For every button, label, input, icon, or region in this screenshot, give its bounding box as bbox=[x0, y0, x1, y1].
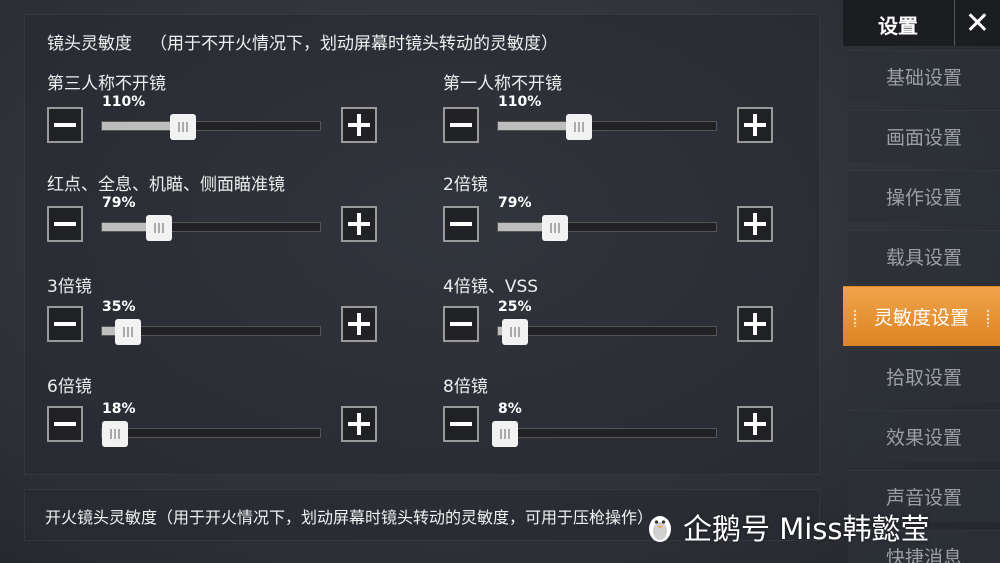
slider-label: 2倍镜 bbox=[443, 175, 488, 195]
watermark: 企鹅号 Miss韩懿莹 bbox=[645, 506, 930, 548]
sidebar-item-label: 基础设置 bbox=[885, 67, 962, 89]
slider-value: 110% bbox=[102, 94, 146, 110]
sidebar-title: 设置 bbox=[878, 14, 918, 38]
sidebar-item-vehicle[interactable]: 载具设置 bbox=[848, 230, 1000, 282]
slider-track[interactable]: 18% bbox=[101, 401, 321, 447]
slider-group-third-person: 第三人称不开镜 110% bbox=[47, 69, 387, 159]
close-button[interactable]: ✕ bbox=[954, 0, 1000, 46]
sidebar-header: 设置 ✕ bbox=[843, 0, 1000, 46]
close-icon: ✕ bbox=[964, 5, 991, 41]
slider-value: 79% bbox=[102, 195, 136, 211]
minus-icon bbox=[450, 322, 472, 326]
decrease-button[interactable] bbox=[47, 206, 83, 242]
sidebar-item-graphics[interactable]: 画面设置 bbox=[848, 110, 1000, 162]
slider-track[interactable]: 8% bbox=[491, 401, 717, 447]
slider-value: 8% bbox=[498, 401, 522, 417]
slider-thumb[interactable] bbox=[541, 215, 568, 241]
section-title-text: 镜头灵敏度 bbox=[47, 34, 132, 54]
sidebar-item-label: 效果设置 bbox=[885, 427, 962, 449]
section-subtitle: （用于不开火情况下，划动屏幕时镜头转动的灵敏度） bbox=[150, 34, 558, 54]
decrease-button[interactable] bbox=[443, 306, 479, 342]
slider-group-red-dot: 红点、全息、机瞄、侧面瞄准镜 79% bbox=[47, 170, 387, 260]
slider-thumb[interactable] bbox=[102, 421, 129, 447]
settings-sidebar: 设置 ✕ 基础设置 画面设置 操作设置 载具设置 灵敏度设置 拾取设置 效果设置… bbox=[843, 0, 1000, 563]
slider-label: 4倍镜、VSS bbox=[443, 277, 539, 297]
slider-thumb[interactable] bbox=[502, 319, 529, 345]
sidebar-item-label: 操作设置 bbox=[885, 187, 962, 209]
sidebar-item-label: 画面设置 bbox=[885, 127, 962, 149]
minus-icon bbox=[450, 123, 472, 127]
decrease-button[interactable] bbox=[47, 406, 83, 442]
watermark-text: 企鹅号 Miss韩懿莹 bbox=[683, 512, 930, 546]
decrease-button[interactable] bbox=[443, 406, 479, 442]
slider-label: 3倍镜 bbox=[47, 277, 92, 297]
decrease-button[interactable] bbox=[443, 206, 479, 242]
increase-button[interactable] bbox=[341, 406, 377, 442]
slider-track[interactable]: 79% bbox=[497, 195, 717, 241]
slider-track[interactable]: 79% bbox=[101, 195, 321, 241]
slider-group-6x-scope: 6倍镜 18% bbox=[47, 372, 387, 462]
slider-value: 110% bbox=[498, 94, 542, 110]
slider-value: 35% bbox=[102, 299, 136, 315]
slider-label: 第三人称不开镜 bbox=[47, 74, 166, 94]
grip-icon bbox=[853, 309, 857, 327]
minus-icon bbox=[450, 222, 472, 226]
sidebar-item-pickup[interactable]: 拾取设置 bbox=[848, 350, 1000, 402]
slider-label: 第一人称不开镜 bbox=[443, 74, 562, 94]
slider-track[interactable]: 25% bbox=[497, 299, 717, 345]
minus-icon bbox=[54, 123, 76, 127]
sidebar-item-controls[interactable]: 操作设置 bbox=[848, 170, 1000, 222]
sidebar-item-sensitivity[interactable]: 灵敏度设置 bbox=[843, 286, 1000, 346]
fire-sensitivity-title: 开火镜头灵敏度（用于开火情况下，划动屏幕时镜头转动的灵敏度，可用于压枪操作） bbox=[45, 508, 654, 527]
camera-sensitivity-panel: 镜头灵敏度 （用于不开火情况下，划动屏幕时镜头转动的灵敏度） 第三人称不开镜 11… bbox=[24, 14, 820, 475]
slider-thumb[interactable] bbox=[115, 319, 142, 345]
grip-icon bbox=[986, 309, 990, 327]
slider-group-8x-scope: 8倍镜 8% bbox=[443, 372, 783, 462]
slider-track[interactable]: 110% bbox=[101, 94, 321, 140]
increase-button[interactable] bbox=[341, 306, 377, 342]
sidebar-item-label: 载具设置 bbox=[885, 247, 962, 269]
section-title: 镜头灵敏度 （用于不开火情况下，划动屏幕时镜头转动的灵敏度） bbox=[47, 29, 576, 54]
slider-track[interactable]: 110% bbox=[497, 94, 717, 140]
sidebar-item-effects[interactable]: 效果设置 bbox=[848, 410, 1000, 462]
slider-group-4x-vss: 4倍镜、VSS 25% bbox=[443, 272, 783, 362]
increase-button[interactable] bbox=[737, 107, 773, 143]
sidebar-item-label: 拾取设置 bbox=[885, 367, 962, 389]
slider-thumb[interactable] bbox=[565, 114, 592, 140]
decrease-button[interactable] bbox=[47, 306, 83, 342]
slider-thumb[interactable] bbox=[145, 215, 172, 241]
slider-label: 红点、全息、机瞄、侧面瞄准镜 bbox=[47, 175, 285, 195]
sidebar-item-label: 灵敏度设置 bbox=[873, 307, 969, 329]
slider-track[interactable]: 35% bbox=[101, 299, 321, 345]
slider-value: 25% bbox=[498, 299, 532, 315]
minus-icon bbox=[450, 422, 472, 426]
increase-button[interactable] bbox=[737, 306, 773, 342]
increase-button[interactable] bbox=[737, 406, 773, 442]
minus-icon bbox=[54, 222, 76, 226]
decrease-button[interactable] bbox=[47, 107, 83, 143]
slider-group-3x-scope: 3倍镜 35% bbox=[47, 272, 387, 362]
increase-button[interactable] bbox=[737, 206, 773, 242]
slider-group-first-person: 第一人称不开镜 110% bbox=[443, 69, 783, 159]
minus-icon bbox=[54, 422, 76, 426]
increase-button[interactable] bbox=[341, 107, 377, 143]
slider-thumb[interactable] bbox=[169, 114, 196, 140]
penguin-logo-icon bbox=[649, 516, 671, 542]
sidebar-item-basic[interactable]: 基础设置 bbox=[848, 50, 1000, 102]
increase-button[interactable] bbox=[341, 206, 377, 242]
slider-group-2x-scope: 2倍镜 79% bbox=[443, 170, 783, 260]
slider-thumb[interactable] bbox=[491, 421, 518, 447]
decrease-button[interactable] bbox=[443, 107, 479, 143]
slider-value: 79% bbox=[498, 195, 532, 211]
minus-icon bbox=[54, 322, 76, 326]
slider-value: 18% bbox=[102, 401, 136, 417]
slider-label: 6倍镜 bbox=[47, 377, 92, 397]
slider-label: 8倍镜 bbox=[443, 377, 488, 397]
